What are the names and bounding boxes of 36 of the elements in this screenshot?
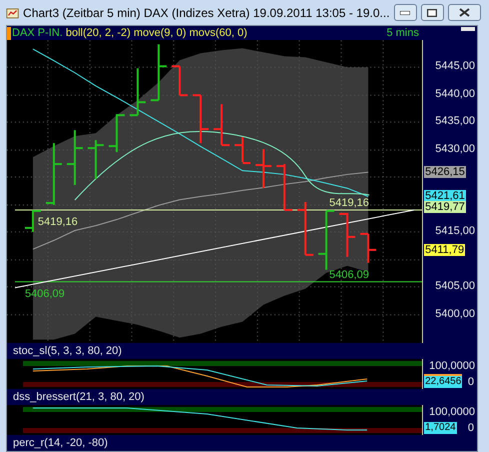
close-button[interactable] bbox=[448, 4, 481, 21]
axis-tick-label: 0 bbox=[468, 376, 474, 388]
restore-button[interactable] bbox=[420, 4, 444, 21]
restore-icon bbox=[427, 8, 438, 16]
interval-label: 5 mins bbox=[386, 26, 419, 40]
indicator-value: 22,6456 bbox=[424, 374, 462, 388]
indicator-value: 1,7024 bbox=[424, 422, 457, 434]
minimize-icon bbox=[400, 10, 410, 14]
axis-tick-label: 0 bbox=[468, 422, 474, 434]
axis-tick-label: 5440,00 bbox=[435, 88, 475, 101]
level-label: 5419,16 bbox=[329, 196, 369, 209]
scroll-handle[interactable] bbox=[461, 27, 475, 31]
window-title: Chart3 (Zeitbar 5 min) DAX (Indizes Xetra) 19.09.2011 13:05 - 19.0... bbox=[23, 4, 390, 22]
price-marker: 5421,61 bbox=[424, 190, 466, 202]
axis-tick-label: 5445,00 bbox=[435, 60, 475, 73]
indicator-list: boll(20, 2, -2) move(9, 0) movs(60, 0) bbox=[66, 26, 248, 40]
price-marker: 5426,15 bbox=[424, 166, 466, 178]
axis-tick-label: 5415,00 bbox=[435, 225, 475, 238]
level-label: 5406,09 bbox=[24, 288, 65, 300]
price-marker: 5419,77 bbox=[424, 201, 466, 213]
price-marker: 5411,79 bbox=[424, 244, 466, 256]
axis-tick-label: 5405,00 bbox=[435, 280, 475, 293]
instrument-label: DAX P-IN. bbox=[12, 26, 63, 40]
axis-tick-label: 5435,00 bbox=[435, 115, 475, 128]
indicator-title: dss_bressert(21, 3, 80, 20) bbox=[12, 390, 146, 405]
axis-tick-label: 5430,00 bbox=[435, 143, 475, 156]
axis-tick-label: 100,0000 bbox=[429, 406, 475, 418]
indicator-title: perc_r(14, -20, -80) bbox=[12, 436, 109, 451]
level-label: 5419,16 bbox=[38, 216, 78, 228]
level-label: 5406,09 bbox=[329, 268, 369, 281]
axis-tick-label: 100,0000 bbox=[429, 360, 475, 372]
minimize-button[interactable] bbox=[394, 4, 417, 21]
chart-app-icon bbox=[6, 6, 20, 20]
indicator-title: stoc_sl(5, 3, 3, 80, 20) bbox=[12, 344, 123, 359]
axis-tick-label: 5400,00 bbox=[435, 308, 475, 321]
close-icon bbox=[459, 8, 470, 17]
